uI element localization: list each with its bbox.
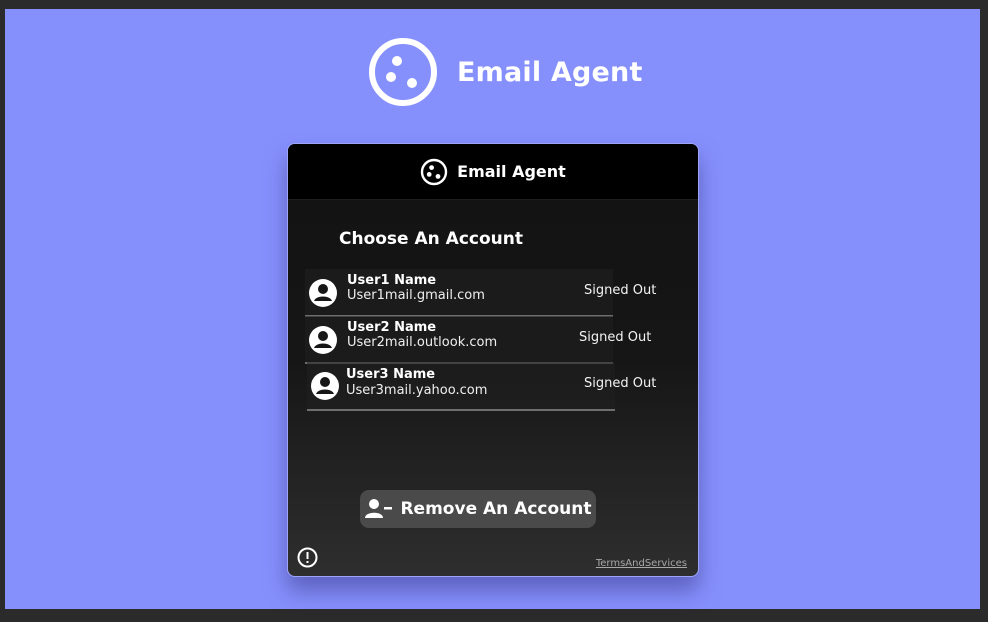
- account-chooser-card: Email Agent Choose An Account User1 Name…: [287, 143, 699, 577]
- card-header: Email Agent: [288, 144, 698, 200]
- account-email: User2mail.outlook.com: [347, 335, 498, 350]
- user-avatar-icon: [309, 326, 337, 354]
- remove-account-label: Remove An Account: [400, 499, 592, 519]
- app-title: Email Agent: [457, 56, 643, 88]
- account-name: User3 Name: [346, 367, 436, 382]
- account-name: User1 Name: [347, 273, 437, 288]
- user-remove-icon: [365, 499, 393, 518]
- user-avatar-icon: [311, 372, 339, 400]
- account-item-user2[interactable]: User2 Name User2mail.outlook.com Signed …: [305, 316, 651, 364]
- terms-and-services-link[interactable]: TermsAndServices: [596, 558, 687, 569]
- account-email: User3mail.yahoo.com: [346, 383, 488, 398]
- account-status: Signed Out: [584, 376, 657, 391]
- remove-account-button[interactable]: Remove An Account: [360, 490, 596, 528]
- card-header-title: Email Agent: [457, 162, 566, 181]
- brand-header: Email Agent: [368, 36, 643, 108]
- account-email: User1mail.gmail.com: [347, 288, 485, 303]
- user-avatar-icon: [309, 279, 337, 307]
- email-agent-logo-icon: [369, 38, 437, 106]
- account-status: Signed Out: [584, 283, 657, 298]
- account-item-user1[interactable]: User1 Name User1mail.gmail.com Signed Ou…: [305, 269, 656, 317]
- email-agent-logo-icon: [420, 158, 448, 185]
- page-background: Email Agent Email Agent Choose An Accoun…: [5, 9, 980, 609]
- account-name: User2 Name: [347, 320, 437, 335]
- account-status: Signed Out: [579, 330, 652, 345]
- info-icon[interactable]: [297, 547, 318, 568]
- choose-account-heading: Choose An Account: [339, 229, 524, 249]
- account-item-user3[interactable]: User3 Name User3mail.yahoo.com Signed Ou…: [307, 362, 656, 411]
